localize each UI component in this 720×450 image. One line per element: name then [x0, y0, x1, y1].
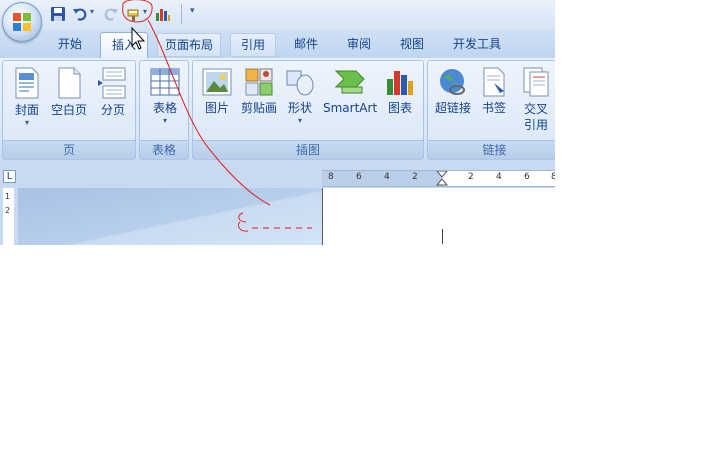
group-links: 超链接 书签 交叉 引用 链接	[427, 60, 555, 160]
document-page[interactable]	[322, 188, 555, 245]
tab-selector-button[interactable]: L	[3, 170, 16, 183]
ruler-tick: 2	[468, 172, 474, 182]
ruler-tick: 4	[384, 172, 390, 182]
save-icon[interactable]	[50, 6, 66, 22]
bookmark-label: 书签	[481, 101, 506, 115]
chart-button[interactable]: 图表	[381, 67, 419, 116]
chart-icon	[387, 71, 413, 95]
table-label: 表格	[152, 101, 177, 115]
tab-home[interactable]: 开始	[48, 32, 92, 56]
clip-art-button[interactable]: 剪贴画	[237, 67, 281, 116]
cover-page-button[interactable]: 封面 ▾	[7, 67, 47, 128]
chart-label: 图表	[387, 101, 412, 115]
office-logo-icon	[13, 13, 31, 31]
ruler-tick: 2	[5, 206, 11, 215]
smartart-label: SmartArt	[323, 101, 378, 115]
ruler-tick: 8	[328, 172, 334, 182]
ribbon: 封面 ▾ 空白页 分页 页 表格 ▾ 表格 图片 剪贴画 形状 ▾ SmartA…	[0, 58, 555, 162]
tab-developer[interactable]: 开发工具	[446, 32, 508, 56]
chevron-down-icon: ▾	[297, 116, 302, 125]
group-tables: 表格 ▾ 表格	[139, 60, 189, 160]
group-illustrations: 图片 剪贴画 形状 ▾ SmartArt 图表 插图	[192, 60, 424, 160]
ruler-tick: 1	[5, 192, 11, 201]
tab-review[interactable]: 审阅	[337, 32, 381, 56]
bookmark-icon	[483, 67, 505, 97]
tab-insert[interactable]: 插入	[100, 32, 148, 59]
cross-reference-icon	[523, 67, 549, 97]
tab-mailings[interactable]: 邮件	[284, 32, 328, 56]
chevron-down-icon: ▾	[24, 118, 29, 127]
group-pages: 封面 ▾ 空白页 分页 页	[2, 60, 136, 160]
redo-icon[interactable]	[103, 6, 119, 22]
table-button[interactable]: 表格 ▾	[145, 67, 185, 126]
table-icon	[150, 68, 180, 96]
blank-page-icon	[58, 67, 81, 99]
document-background	[18, 188, 322, 245]
ruler-tick: 6	[524, 172, 530, 182]
word-window: ▾ ▾ ▾ 开始 插入 页面布局 引用 邮件 审阅 视图 开发工具 封面 ▾ 空…	[0, 0, 555, 245]
cross-reference-label: 交叉	[523, 102, 548, 116]
blank-page-button[interactable]: 空白页	[47, 67, 91, 118]
undo-icon[interactable]	[72, 6, 88, 22]
picture-button[interactable]: 图片	[197, 67, 237, 116]
blank-page-label: 空白页	[50, 103, 87, 117]
vertical-ruler[interactable]: 1 2	[0, 188, 18, 245]
cover-page-icon	[15, 67, 39, 99]
hyperlink-icon	[440, 69, 465, 95]
bookmark-button[interactable]: 书签	[476, 67, 512, 116]
office-button[interactable]	[2, 2, 42, 42]
group-pages-label: 页	[3, 140, 135, 159]
chevron-down-icon: ▾	[162, 116, 167, 125]
ruler-tick: 4	[496, 172, 502, 182]
cross-reference-label-line2: 引用	[523, 118, 548, 132]
format-dropdown-icon[interactable]: ▾	[143, 7, 147, 16]
shapes-button[interactable]: 形状 ▾	[283, 67, 317, 126]
indent-marker-icon[interactable]	[436, 171, 448, 186]
shapes-icon	[286, 70, 314, 96]
ruler-tick: 8	[551, 172, 555, 182]
hyperlink-button[interactable]: 超链接	[431, 67, 475, 116]
group-illustrations-label: 插图	[193, 140, 423, 159]
cross-reference-button[interactable]: 交叉 引用	[516, 67, 555, 133]
group-tables-label: 表格	[140, 140, 188, 159]
clip-art-icon	[245, 68, 273, 96]
chart-icon[interactable]	[155, 6, 171, 22]
ruler-tick: 6	[356, 172, 362, 182]
smartart-icon	[334, 70, 365, 94]
picture-label: 图片	[204, 101, 229, 115]
ruler-margin	[322, 171, 442, 186]
shapes-label: 形状	[287, 101, 312, 115]
tab-references[interactable]: 引用	[230, 33, 276, 57]
page-break-button[interactable]: 分页	[93, 67, 133, 118]
hyperlink-label: 超链接	[434, 101, 471, 115]
page-break-label: 分页	[100, 103, 125, 117]
quick-access-toolbar: ▾ ▾ ▾	[0, 0, 555, 30]
ruler-tick: 2	[412, 172, 418, 182]
smartart-button[interactable]: SmartArt	[323, 67, 377, 116]
tab-page-layout[interactable]: 页面布局	[157, 33, 221, 57]
ribbon-tabs: 开始 插入 页面布局 引用 邮件 审阅 视图 开发工具	[0, 30, 555, 59]
horizontal-ruler[interactable]: 8 6 4 2 2 4 6 8	[322, 170, 555, 187]
text-cursor	[442, 229, 443, 244]
customize-icon[interactable]: ▾	[190, 6, 195, 16]
page-break-icon	[98, 67, 126, 99]
format-painter-icon[interactable]	[126, 6, 142, 22]
clip-art-label: 剪贴画	[240, 101, 277, 115]
picture-icon	[202, 68, 232, 96]
undo-dropdown-icon[interactable]: ▾	[90, 7, 94, 16]
cover-page-label: 封面	[14, 103, 39, 117]
tab-view[interactable]: 视图	[390, 32, 434, 56]
group-links-label: 链接	[428, 140, 555, 159]
